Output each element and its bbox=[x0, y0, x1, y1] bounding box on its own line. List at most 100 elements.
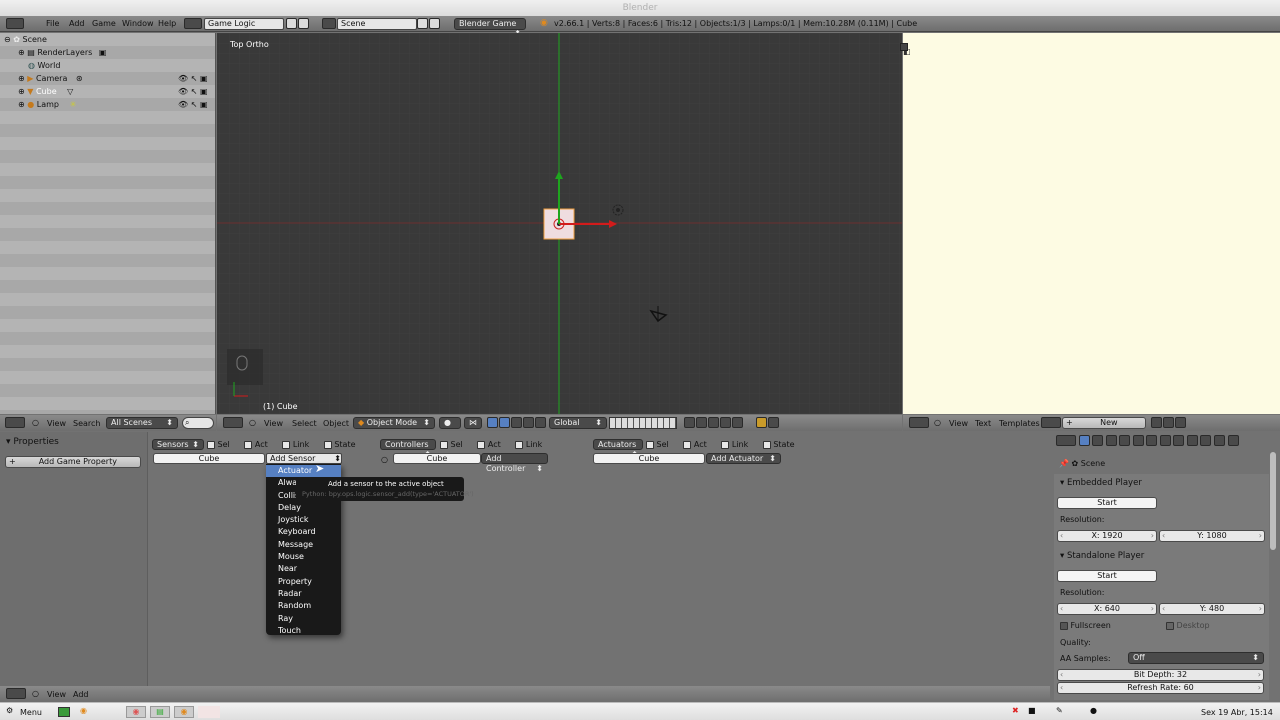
menu-window[interactable]: Window bbox=[122, 19, 154, 28]
text-text-menu[interactable]: Text bbox=[975, 419, 991, 428]
render-icon[interactable]: ▣ bbox=[200, 100, 208, 109]
scene-field[interactable]: Scene bbox=[337, 18, 417, 30]
standalone-res-y-field[interactable]: ‹ Y: 480 › bbox=[1159, 603, 1265, 615]
increment-arrow-icon[interactable]: › bbox=[1258, 670, 1261, 680]
firefox-task-icon[interactable]: ◉ bbox=[126, 706, 146, 718]
editor-type-icon[interactable] bbox=[909, 417, 929, 428]
scale-icon[interactable] bbox=[523, 417, 534, 428]
rotate-icon[interactable] bbox=[511, 417, 522, 428]
embedded-res-x-field[interactable]: ‹ X: 1920 › bbox=[1057, 530, 1157, 542]
standalone-start-button[interactable]: Start bbox=[1057, 570, 1157, 582]
increment-arrow-icon[interactable]: › bbox=[1259, 531, 1262, 541]
increment-arrow-icon[interactable]: › bbox=[1259, 604, 1262, 614]
3d-viewport[interactable]: Top Ortho (1) Cube bbox=[217, 33, 902, 414]
outliner-label[interactable]: Scene bbox=[23, 35, 47, 44]
logic-add-menu[interactable]: Add bbox=[73, 690, 89, 699]
snap-target-icon[interactable] bbox=[720, 417, 731, 428]
pin-icon[interactable]: 📌 bbox=[1059, 459, 1069, 468]
outliner-label[interactable]: World bbox=[38, 61, 61, 70]
text-templates-menu[interactable]: Templates bbox=[999, 419, 1040, 428]
logic-editor[interactable]: ▾ Properties + Add Game Property Sensors… bbox=[0, 432, 1050, 686]
outliner-search-field[interactable]: ⌕ bbox=[182, 417, 214, 429]
outliner-row-world[interactable]: ◍ World bbox=[28, 61, 60, 73]
add-screen-icon[interactable] bbox=[286, 18, 297, 29]
data-tab-icon[interactable] bbox=[1173, 435, 1185, 446]
sensor-menu-item-touch[interactable]: Touch bbox=[266, 625, 341, 637]
outliner-label-selected[interactable]: Cube bbox=[36, 87, 57, 96]
add-game-property-button[interactable]: + Add Game Property bbox=[5, 456, 141, 468]
decrement-arrow-icon[interactable]: ‹ bbox=[1060, 604, 1063, 614]
sensor-menu-item-random[interactable]: Random bbox=[266, 600, 341, 612]
sensors-state-checkbox[interactable] bbox=[323, 440, 332, 449]
screen-layout-icon[interactable] bbox=[184, 18, 202, 29]
decrement-arrow-icon[interactable]: ‹ bbox=[1060, 683, 1063, 693]
logic-view-menu[interactable]: View bbox=[47, 690, 66, 699]
fullscreen-checkbox[interactable] bbox=[1060, 621, 1068, 630]
plus-icon[interactable]: ○ bbox=[249, 418, 256, 427]
outliner-row-camera[interactable]: ⊕ ▶ Camera ⊛ bbox=[18, 74, 83, 86]
cursor-icon[interactable]: ↖ bbox=[191, 74, 198, 83]
sensors-link-checkbox[interactable] bbox=[282, 440, 291, 449]
constraints-tab-icon[interactable] bbox=[1146, 435, 1158, 446]
outliner-filter-dropdown[interactable]: All Scenes ⬍ bbox=[106, 417, 178, 429]
expand-icon[interactable]: ⊕ bbox=[18, 74, 25, 83]
layer-buttons[interactable] bbox=[609, 417, 677, 429]
translate-icon[interactable] bbox=[499, 417, 510, 428]
sensors-sel-checkbox[interactable] bbox=[207, 440, 215, 449]
word-wrap-icon[interactable] bbox=[1163, 417, 1174, 428]
expand-icon[interactable]: ⊕ bbox=[18, 100, 25, 109]
manipulator-extra-icon[interactable] bbox=[535, 417, 546, 428]
terminal-launcher-icon[interactable] bbox=[58, 707, 70, 717]
editor-type-icon[interactable] bbox=[223, 417, 243, 428]
eye-icon[interactable]: 👁 bbox=[178, 87, 188, 96]
plus-icon[interactable]: ○ bbox=[934, 418, 941, 427]
editor-type-icon[interactable] bbox=[6, 18, 24, 29]
controllers-sel-checkbox[interactable] bbox=[440, 440, 448, 449]
embedded-player-panel-title[interactable]: ▾ Embedded Player bbox=[1060, 478, 1142, 488]
outliner-row-lamp[interactable]: ⊕ ● Lamp ✳ bbox=[18, 100, 76, 112]
add-actuator-dropdown[interactable]: Add Actuator ⬍ bbox=[706, 453, 781, 464]
outliner-label[interactable]: RenderLayers bbox=[37, 48, 92, 57]
sensor-menu-item-radar[interactable]: Radar bbox=[266, 588, 341, 600]
text-new-button[interactable]: + New bbox=[1062, 417, 1146, 429]
increment-arrow-icon[interactable]: › bbox=[1151, 531, 1154, 541]
line-numbers-icon[interactable] bbox=[1151, 417, 1162, 428]
modifiers-tab-icon[interactable] bbox=[1159, 435, 1171, 446]
expand-icon[interactable]: ⊕ bbox=[18, 48, 25, 57]
controllers-link-checkbox[interactable] bbox=[515, 440, 524, 449]
sensor-menu-item-joystick[interactable]: Joystick bbox=[266, 514, 341, 526]
menu-game[interactable]: Game bbox=[92, 19, 116, 28]
object-tab-icon[interactable] bbox=[1132, 435, 1144, 446]
desktop-toggle[interactable]: Desktop bbox=[1166, 621, 1210, 630]
menu-icon[interactable]: ⚙ bbox=[6, 706, 13, 715]
editor-type-icon[interactable] bbox=[5, 417, 25, 428]
embedded-res-y-field[interactable]: ‹ Y: 1080 › bbox=[1159, 530, 1265, 542]
expand-icon[interactable]: ⊖ bbox=[4, 35, 11, 44]
scene-tab-icon[interactable] bbox=[1105, 435, 1117, 446]
manipulator-toggle-icon[interactable] bbox=[487, 417, 498, 428]
plus-icon[interactable]: ○ bbox=[32, 689, 39, 698]
sensor-menu-item-keyboard[interactable]: Keyboard bbox=[266, 526, 341, 538]
shading-dropdown[interactable]: ● bbox=[439, 417, 461, 429]
sensors-act-checkbox[interactable] bbox=[244, 440, 253, 449]
sensor-menu-item-ray[interactable]: Ray bbox=[266, 613, 341, 625]
sensor-menu-item-delay[interactable]: Delay bbox=[266, 502, 341, 514]
outliner-search-menu[interactable]: Search bbox=[73, 419, 100, 428]
material-tab-icon[interactable] bbox=[1186, 435, 1198, 446]
controllers-dropdown[interactable]: Controllers⬍ bbox=[380, 439, 436, 459]
eye-icon[interactable]: 👁 bbox=[178, 74, 188, 83]
physics-tab-icon[interactable] bbox=[1227, 435, 1239, 446]
sensor-menu-item-property[interactable]: Property bbox=[266, 576, 341, 588]
eye-icon[interactable]: 👁 bbox=[178, 100, 188, 109]
proportional-edit-icon[interactable] bbox=[696, 417, 707, 428]
world-tab-icon[interactable] bbox=[1119, 435, 1131, 446]
actuators-object-field[interactable]: Cube bbox=[593, 453, 705, 464]
bit-depth-field[interactable]: ‹ Bit Depth: 32 › bbox=[1057, 669, 1264, 681]
decrement-arrow-icon[interactable]: ‹ bbox=[1162, 531, 1165, 541]
sensor-menu-item-actuator[interactable]: Actuator bbox=[266, 465, 341, 478]
menu-add[interactable]: Add bbox=[69, 19, 85, 28]
actuators-state-checkbox[interactable] bbox=[762, 440, 771, 449]
render-preview-icon[interactable] bbox=[732, 417, 743, 428]
snap-icon[interactable] bbox=[708, 417, 719, 428]
text-browse-icon[interactable] bbox=[1041, 417, 1061, 428]
